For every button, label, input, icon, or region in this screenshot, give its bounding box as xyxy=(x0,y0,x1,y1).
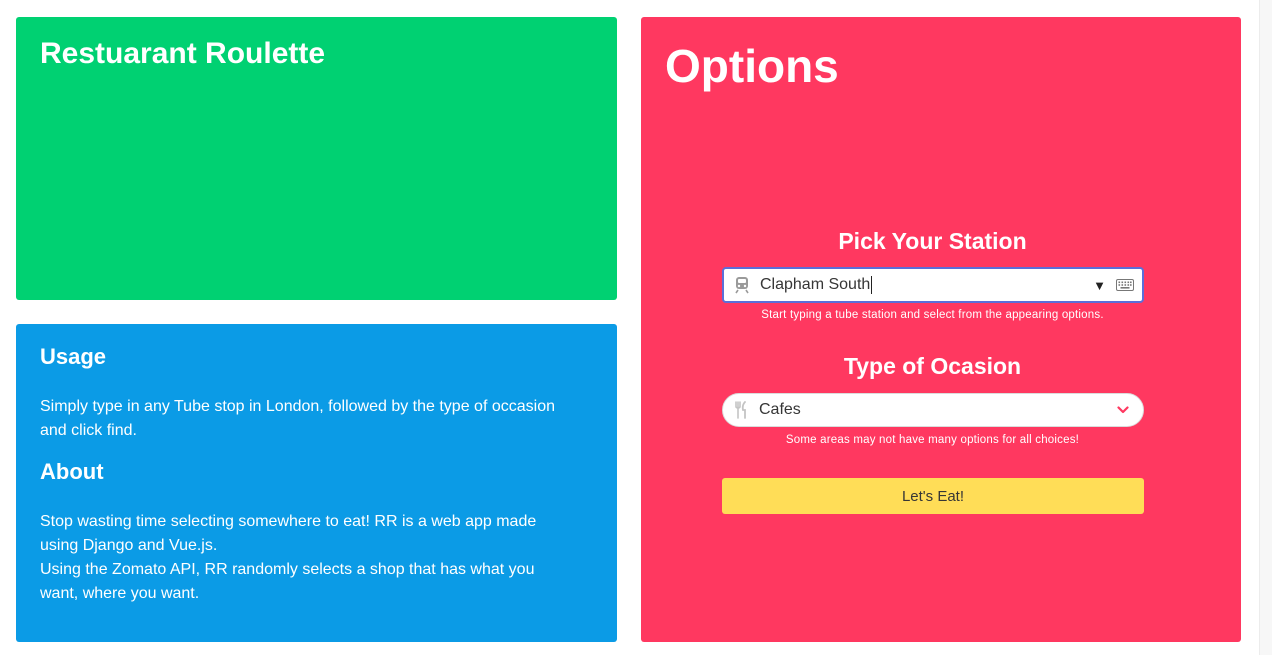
chevron-down-icon[interactable] xyxy=(1117,406,1129,414)
text-caret xyxy=(871,275,873,294)
usage-heading: Usage xyxy=(40,344,107,369)
dropdown-arrow-icon[interactable]: ▼ xyxy=(1093,278,1106,293)
occasion-selected-value[interactable]: Cafes xyxy=(759,401,1117,419)
info-card: Usage Simply type in any Tube stop in Lo… xyxy=(16,324,617,642)
lets-eat-button[interactable]: Let's Eat! xyxy=(722,478,1144,514)
app-title: Restuarant Roulette xyxy=(40,37,326,70)
page: Restuarant Roulette Usage Simply type in… xyxy=(0,0,1272,655)
options-title: Options xyxy=(665,40,839,92)
station-heading: Pick Your Station xyxy=(838,228,1027,254)
occasion-help-text: Some areas may not have many options for… xyxy=(785,434,1080,446)
scrollbar[interactable] xyxy=(1259,0,1272,655)
occasion-heading: Type of Ocasion xyxy=(843,353,1022,379)
station-help-text: Start typing a tube station and select f… xyxy=(761,309,1104,321)
occasion-select[interactable]: Cafes xyxy=(722,393,1144,427)
brand-card: Restuarant Roulette xyxy=(16,17,617,300)
about-text-2: Using the Zomato API, RR randomly select… xyxy=(40,561,535,602)
train-icon xyxy=(724,276,760,294)
station-input-value[interactable]: Clapham South xyxy=(760,275,1093,294)
options-card: Options Pick Your Station Clapham South … xyxy=(641,17,1241,642)
about-heading: About xyxy=(40,459,104,484)
about-text-1: Stop wasting time selecting somewhere to… xyxy=(40,513,537,554)
usage-text: Simply type in any Tube stop in London, … xyxy=(40,398,555,439)
keyboard-icon[interactable] xyxy=(1116,279,1134,291)
utensils-icon xyxy=(723,401,759,419)
station-input[interactable]: Clapham South ▼ xyxy=(722,267,1144,303)
